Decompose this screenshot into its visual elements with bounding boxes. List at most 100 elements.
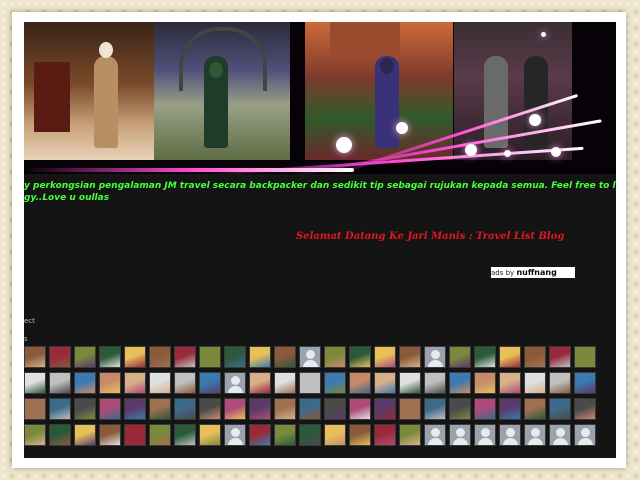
follower-avatar[interactable] — [374, 398, 396, 420]
follower-avatar[interactable] — [224, 346, 246, 368]
follower-avatar[interactable] — [274, 346, 296, 368]
welcome-heading: Selamat Datang Ke Jari Manis : Travel Li… — [296, 231, 565, 242]
follower-avatar[interactable] — [349, 346, 371, 368]
follower-avatar[interactable] — [549, 372, 571, 394]
follower-avatar[interactable] — [524, 424, 546, 446]
follower-avatar[interactable] — [149, 346, 171, 368]
follower-avatar[interactable] — [224, 372, 246, 394]
light-orb — [551, 147, 561, 157]
blog-page: y perkongsian pengalaman JM travel secar… — [24, 22, 616, 458]
follower-avatar[interactable] — [49, 372, 71, 394]
follower-avatar[interactable] — [524, 346, 546, 368]
follower-avatar[interactable] — [424, 372, 446, 394]
follower-avatar[interactable] — [274, 398, 296, 420]
follower-avatar[interactable] — [349, 398, 371, 420]
follower-avatar[interactable] — [24, 398, 46, 420]
follower-avatar[interactable] — [424, 424, 446, 446]
follower-avatar[interactable] — [174, 372, 196, 394]
follower-avatar[interactable] — [174, 346, 196, 368]
follower-avatar[interactable] — [349, 424, 371, 446]
follower-avatar[interactable] — [524, 398, 546, 420]
follower-avatar[interactable] — [324, 398, 346, 420]
follower-avatar[interactable] — [199, 398, 221, 420]
follower-avatar[interactable] — [199, 346, 221, 368]
follower-avatar[interactable] — [174, 424, 196, 446]
follower-avatar[interactable] — [249, 372, 271, 394]
follower-avatar[interactable] — [449, 398, 471, 420]
follower-avatar[interactable] — [49, 424, 71, 446]
follower-avatar[interactable] — [174, 398, 196, 420]
follower-avatar[interactable] — [374, 372, 396, 394]
follower-avatar[interactable] — [349, 372, 371, 394]
follower-avatar[interactable] — [124, 372, 146, 394]
follower-avatar[interactable] — [224, 424, 246, 446]
follower-avatar[interactable] — [74, 346, 96, 368]
follower-avatar[interactable] — [449, 346, 471, 368]
nuffnang-ad-badge[interactable]: ads by nuffnang — [491, 267, 575, 278]
follower-avatar[interactable] — [74, 372, 96, 394]
follower-avatar[interactable] — [424, 398, 446, 420]
follower-avatar[interactable] — [499, 398, 521, 420]
follower-avatar[interactable] — [574, 424, 596, 446]
follower-avatar[interactable] — [574, 346, 596, 368]
follower-avatar[interactable] — [524, 372, 546, 394]
light-streak — [24, 168, 354, 172]
follower-avatar[interactable] — [199, 372, 221, 394]
follower-avatar[interactable] — [99, 398, 121, 420]
follower-avatar[interactable] — [299, 346, 321, 368]
follower-avatar[interactable] — [149, 372, 171, 394]
follower-avatar[interactable] — [574, 398, 596, 420]
follower-avatar[interactable] — [99, 372, 121, 394]
follower-avatar[interactable] — [324, 424, 346, 446]
follower-avatar[interactable] — [274, 424, 296, 446]
follower-avatar[interactable] — [74, 424, 96, 446]
follower-avatar[interactable] — [49, 346, 71, 368]
follower-avatar[interactable] — [249, 346, 271, 368]
follower-avatar[interactable] — [124, 424, 146, 446]
follower-avatar[interactable] — [474, 398, 496, 420]
follower-avatar[interactable] — [274, 372, 296, 394]
follower-avatar[interactable] — [324, 372, 346, 394]
follower-avatar[interactable] — [149, 398, 171, 420]
follower-avatar[interactable] — [399, 424, 421, 446]
follower-avatar[interactable] — [474, 346, 496, 368]
follower-avatar[interactable] — [499, 346, 521, 368]
follower-avatar[interactable] — [24, 372, 46, 394]
follower-avatar[interactable] — [299, 372, 321, 394]
follower-avatar[interactable] — [549, 346, 571, 368]
follower-avatar[interactable] — [124, 346, 146, 368]
follower-avatar[interactable] — [424, 346, 446, 368]
follower-avatar[interactable] — [249, 398, 271, 420]
follower-avatar[interactable] — [474, 372, 496, 394]
follower-avatar[interactable] — [549, 398, 571, 420]
follower-avatar[interactable] — [374, 424, 396, 446]
follower-avatar[interactable] — [324, 346, 346, 368]
ticker-line-1: y perkongsian pengalaman JM travel secar… — [24, 181, 616, 191]
follower-avatar[interactable] — [74, 398, 96, 420]
sign — [330, 22, 400, 56]
ticker-line-2: gy..Love u oullas — [24, 193, 110, 203]
follower-avatar[interactable] — [299, 424, 321, 446]
follower-avatar[interactable] — [499, 424, 521, 446]
follower-avatar[interactable] — [449, 372, 471, 394]
follower-avatar[interactable] — [24, 424, 46, 446]
follower-avatar[interactable] — [99, 424, 121, 446]
follower-avatar[interactable] — [99, 346, 121, 368]
follower-avatar[interactable] — [449, 424, 471, 446]
follower-avatar[interactable] — [149, 424, 171, 446]
follower-avatar[interactable] — [399, 372, 421, 394]
follower-avatar[interactable] — [399, 398, 421, 420]
follower-avatar[interactable] — [374, 346, 396, 368]
follower-avatar[interactable] — [49, 398, 71, 420]
follower-avatar[interactable] — [249, 424, 271, 446]
follower-avatar[interactable] — [499, 372, 521, 394]
follower-avatar[interactable] — [24, 346, 46, 368]
follower-avatar[interactable] — [124, 398, 146, 420]
follower-avatar[interactable] — [199, 424, 221, 446]
follower-avatar[interactable] — [299, 398, 321, 420]
follower-avatar[interactable] — [549, 424, 571, 446]
follower-avatar[interactable] — [474, 424, 496, 446]
follower-avatar[interactable] — [399, 346, 421, 368]
follower-avatar[interactable] — [574, 372, 596, 394]
follower-avatar[interactable] — [224, 398, 246, 420]
